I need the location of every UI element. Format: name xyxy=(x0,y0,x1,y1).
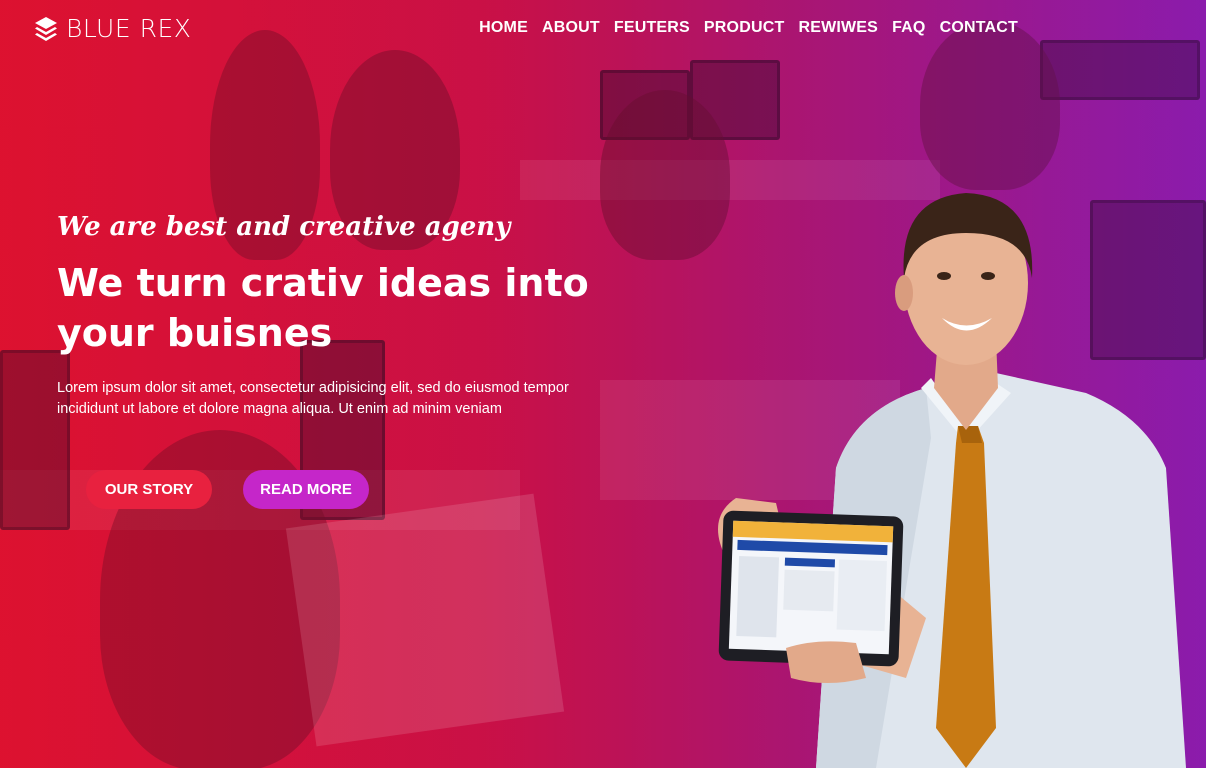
brand-name: BLUE REX xyxy=(66,14,192,43)
nav-contact[interactable]: CONTACT xyxy=(940,19,1018,37)
hero-description: Lorem ipsum dolor sit amet, consectetur … xyxy=(57,380,569,417)
layers-icon xyxy=(35,16,57,41)
hero-headline: We turn crativ ideas into your buisnes xyxy=(57,261,589,355)
nav-reviews[interactable]: REWIWES xyxy=(798,19,878,37)
our-story-button[interactable]: OUR STORY xyxy=(86,470,212,509)
hero-tagline: We are best and creative ageny xyxy=(57,212,511,242)
nav-features[interactable]: FEUTERS xyxy=(614,19,690,37)
brand-logo[interactable]: BLUE REX xyxy=(34,14,191,43)
main-nav: HOME ABOUT FEUTERS PRODUCT REWIWES FAQ C… xyxy=(479,19,1018,37)
nav-home[interactable]: HOME xyxy=(479,19,528,37)
read-more-button[interactable]: READ MORE xyxy=(243,470,369,509)
nav-product[interactable]: PRODUCT xyxy=(704,19,785,37)
nav-faq[interactable]: FAQ xyxy=(892,19,926,37)
man-with-tablet-image xyxy=(718,193,1186,768)
hero-section: BLUE REX HOME ABOUT FEUTERS PRODUCT REWI… xyxy=(0,0,1206,768)
nav-about[interactable]: ABOUT xyxy=(542,19,600,37)
